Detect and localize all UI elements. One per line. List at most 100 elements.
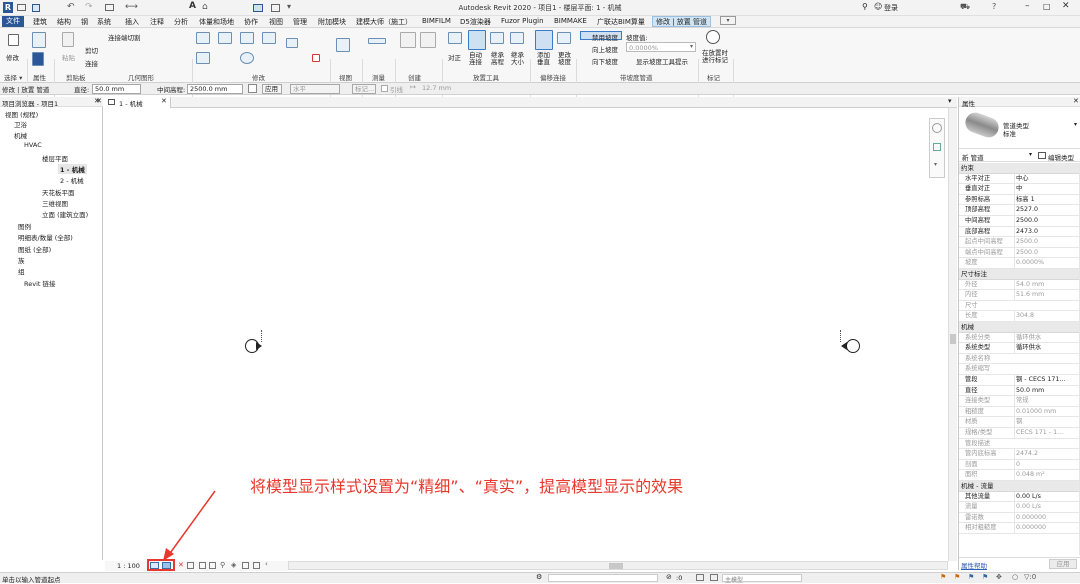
modify-button[interactable]: 修改 [6, 52, 19, 62]
browser-node-legends[interactable]: 图例 [18, 221, 31, 231]
text-icon[interactable]: A [189, 1, 196, 11]
offset-icon[interactable] [218, 32, 232, 44]
property-row[interactable]: 管内底标高 2474.2 [959, 449, 1079, 460]
edit-type-button[interactable]: 编辑类型 [1048, 152, 1074, 162]
tab-bimmake[interactable]: BIMMAKE [554, 17, 587, 25]
property-row[interactable]: 系统缩写 [959, 364, 1079, 375]
revit-logo-icon[interactable]: R [3, 2, 13, 13]
browser-node-ceiling-plans[interactable]: 天花板平面 [42, 187, 75, 197]
property-row[interactable]: 长度 304.8 [959, 311, 1079, 322]
crop-view-icon[interactable] [199, 562, 206, 569]
property-row[interactable]: 材质 钢 [959, 417, 1079, 428]
reveal-hidden-icon[interactable]: ◈ [231, 561, 236, 569]
property-value[interactable]: 51.6 mm [1014, 290, 1077, 301]
tag-on-placement-icon[interactable] [706, 30, 720, 44]
browser-node-groups[interactable]: 组 [18, 266, 25, 276]
property-value[interactable]: 2527.0 [1014, 205, 1077, 216]
browser-node-mechanical[interactable]: 机械 [14, 130, 27, 140]
workset-icon[interactable]: ⚙ [536, 573, 542, 581]
select-underlay-icon[interactable]: ⚑ [954, 573, 960, 581]
editable-only-icon[interactable] [696, 574, 704, 581]
property-value[interactable]: 54.0 mm [1014, 279, 1077, 290]
change-slope-button[interactable]: 更改 坡度 [558, 52, 571, 66]
property-value[interactable]: 钢 - CECS 171... [1014, 375, 1077, 385]
3d-view-icon[interactable]: ⌂ [202, 2, 208, 12]
diameter-dropdown[interactable]: 50.0 mm [92, 84, 141, 94]
lock-3d-icon[interactable] [242, 562, 249, 569]
browser-node-hvac[interactable]: HVAC [24, 141, 42, 149]
property-value[interactable]: 0.01000 mm [1014, 406, 1077, 417]
scroll-thumb[interactable] [950, 334, 956, 344]
tab-list-icon[interactable]: ▾ [948, 97, 952, 105]
view-icon[interactable] [336, 38, 350, 52]
property-value[interactable]: 0.0000% [1014, 258, 1077, 269]
property-row[interactable]: 外径 54.0 mm [959, 279, 1079, 291]
tab-systems[interactable]: 系统 [97, 17, 111, 27]
property-row[interactable]: 连接类型 常规 [959, 396, 1079, 407]
user-icon[interactable]: ☺ [874, 2, 882, 11]
tab-collaborate[interactable]: 协作 [244, 17, 258, 27]
view-tab[interactable]: ✕ 1 - 机械 ✕ [96, 97, 171, 108]
property-section-header[interactable]: 机械 - 流量 [959, 481, 1079, 492]
open-icon[interactable] [17, 4, 26, 11]
minimize-icon[interactable]: – [1025, 1, 1030, 11]
justify-icon[interactable] [448, 32, 462, 44]
property-value[interactable]: 304.8 [1014, 311, 1077, 322]
property-row[interactable]: 端点中间高程 2500.0 [959, 247, 1079, 259]
browser-node-2-mechanical[interactable]: 2 - 机械 [60, 175, 84, 185]
property-row[interactable]: 底部高程 2473.0 [959, 226, 1079, 238]
add-vertical-button[interactable]: 添加 垂直 [537, 52, 550, 66]
tab-d5-render[interactable]: D5渲染器 [460, 17, 491, 27]
browser-node-floor-plans[interactable]: 楼层平面 [42, 153, 68, 163]
paste-icon[interactable] [62, 32, 74, 47]
workset-dropdown[interactable] [548, 574, 658, 582]
tab-analyze[interactable]: 分析 [174, 17, 188, 27]
select-by-face-icon[interactable]: ⚑ [982, 573, 988, 581]
property-row[interactable]: 管段描述 [959, 439, 1079, 450]
instance-filter[interactable]: 新 管道 ▾ 编辑类型 [959, 150, 1080, 162]
tab-massing[interactable]: 体量和场地 [199, 17, 234, 27]
tab-jianmo-dashi[interactable]: 建模大师（施工） [356, 17, 412, 27]
property-row[interactable]: 相对粗糙度 0.000000 [959, 523, 1079, 534]
inherit-size-button[interactable]: 继承 大小 [511, 52, 524, 66]
property-row[interactable]: 尺寸 [959, 301, 1079, 312]
lock-icon[interactable] [248, 84, 257, 93]
tab-structure[interactable]: 结构 [57, 17, 71, 27]
property-value[interactable]: 中 [1014, 184, 1077, 195]
property-value[interactable]: 2500.0 [1014, 216, 1077, 226]
tag-button[interactable]: 标记... [352, 84, 376, 94]
horizontal-scrollbar[interactable] [288, 561, 948, 570]
delete-icon[interactable] [312, 54, 320, 62]
move-icon[interactable] [196, 52, 210, 64]
quick-access-toolbar[interactable]: ↶ ↷ ⟷ A ⌂ ▾ [17, 1, 297, 12]
slope-value-dropdown[interactable]: 0.0000% ▾ [626, 42, 696, 52]
worksharing-icon[interactable] [253, 562, 260, 569]
tab-overflow-icon[interactable]: ▾ [720, 16, 736, 25]
nav-menu-icon[interactable]: ▾ [934, 161, 937, 168]
property-value[interactable]: 50.0 mm [1014, 385, 1077, 396]
sun-path-icon[interactable]: ✕ [178, 561, 184, 569]
background-process-icon[interactable]: ○ [1012, 573, 1018, 581]
property-value[interactable]: 标高 1 [1014, 194, 1077, 205]
inherit-elevation-icon[interactable] [490, 32, 504, 44]
tab-addins[interactable]: 附加模块 [318, 17, 346, 27]
undo-icon[interactable]: ↶ [67, 2, 75, 12]
property-row[interactable]: 管段 钢 - CECS 171... [959, 375, 1079, 386]
property-value[interactable]: 中心 [1014, 173, 1077, 184]
help-icon[interactable]: ? [992, 2, 996, 11]
measure-icon[interactable]: ⟷ [125, 2, 138, 12]
tab-modify-place-pipe[interactable]: 修改 | 放置 管道 [652, 16, 712, 27]
property-section-header[interactable]: 尺寸标注 [959, 269, 1079, 280]
property-value[interactable]: 2500.0 [1014, 247, 1077, 258]
property-value[interactable]: 2500.0 [1014, 237, 1077, 248]
property-value[interactable]: 0.00 L/s [1014, 491, 1077, 502]
edit-type-icon[interactable] [1038, 152, 1046, 159]
browser-node-families[interactable]: 族 [18, 255, 25, 265]
auto-connect-icon[interactable] [468, 30, 486, 50]
show-slope-tooltip-button[interactable]: 显示坡度工具提示 [636, 56, 688, 66]
auto-connect-button[interactable]: 自动 连接 [469, 52, 482, 66]
apply-button[interactable]: 应用 [262, 84, 282, 94]
property-value[interactable]: 常规 [1014, 396, 1077, 407]
property-row[interactable]: 其他流量 0.00 L/s [959, 491, 1079, 503]
property-row[interactable]: 中间高程 2500.0 [959, 216, 1079, 227]
